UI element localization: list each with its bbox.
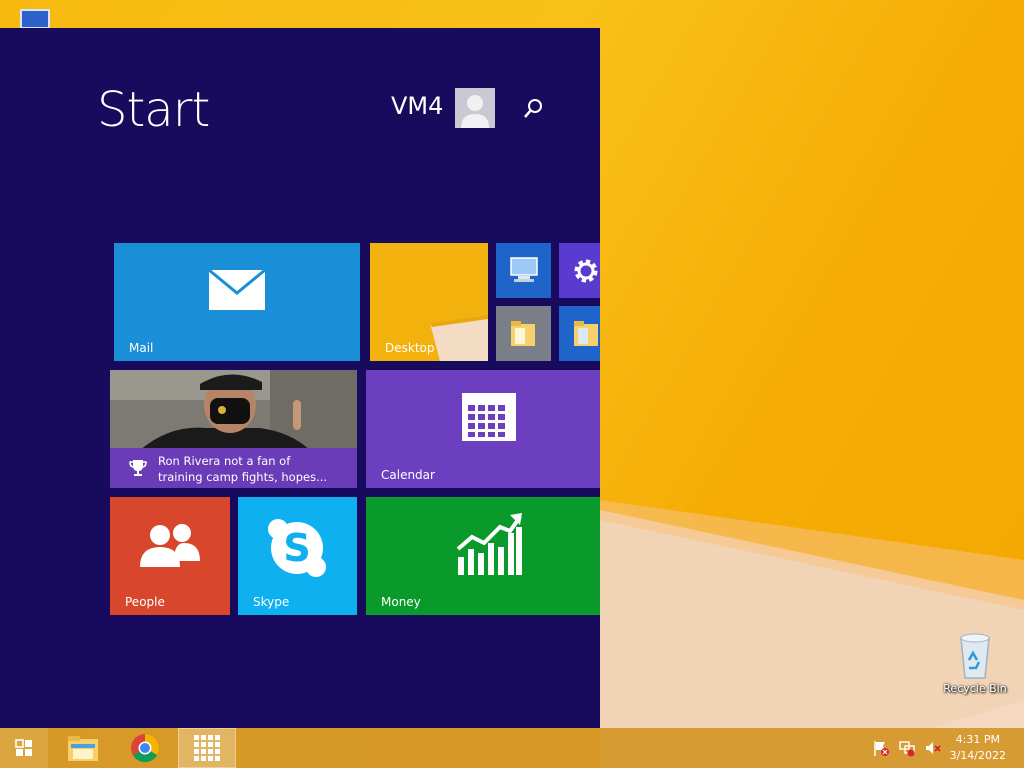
this-pc-tile[interactable] (496, 243, 551, 298)
skype-tile-label: Skype (253, 595, 290, 609)
app-grid-icon (194, 735, 220, 761)
computer-icon (510, 257, 538, 282)
recycle-bin-desktop-icon[interactable]: Recycle Bin (935, 630, 1015, 695)
clock-time: 4:31 PM (955, 733, 1000, 746)
skype-icon: S (268, 519, 326, 577)
svg-text:S: S (283, 526, 310, 570)
volume-muted-icon[interactable] (924, 739, 942, 757)
chart-up-icon (456, 513, 522, 575)
money-tile-label: Money (381, 595, 421, 609)
sports-news-tile[interactable]: Ron Rivera not a fan of training camp fi… (110, 370, 357, 488)
start-button[interactable] (0, 728, 48, 768)
mail-icon (208, 269, 266, 310)
taskbar: 4:31 PM 3/14/2022 (0, 728, 1024, 768)
desktop-tile-label: Desktop (385, 341, 435, 355)
file-explorer-taskbar-button[interactable] (58, 728, 108, 768)
chrome-icon (131, 734, 159, 763)
search-button[interactable] (520, 96, 546, 122)
search-icon (524, 99, 542, 118)
start-screen: Start VM4 Mail Desktop Ron Rivera not a … (0, 28, 600, 728)
user-name[interactable]: VM4 (391, 92, 443, 120)
recycle-bin-label: Recycle Bin (943, 682, 1007, 695)
documents-tile[interactable] (559, 306, 600, 361)
recycle-bin-icon (960, 633, 990, 679)
folder-icon (574, 321, 598, 346)
money-tile[interactable]: Money (366, 497, 600, 615)
people-icon (140, 524, 200, 567)
file-explorer-tile[interactable] (496, 306, 551, 361)
user-avatar-icon (455, 88, 495, 128)
folder-icon (511, 321, 535, 346)
computer-icon (20, 9, 50, 29)
calendar-tile[interactable]: Calendar (366, 370, 600, 488)
pc-settings-tile[interactable] (559, 243, 600, 298)
clock[interactable]: 4:31 PM 3/14/2022 (950, 732, 1006, 764)
news-caption: Ron Rivera not a fan of training camp fi… (110, 448, 357, 488)
user-avatar[interactable] (455, 88, 495, 128)
gear-icon (574, 259, 598, 283)
action-center-flag-icon[interactable] (872, 739, 890, 757)
network-icon[interactable] (898, 739, 916, 757)
clock-date: 3/14/2022 (949, 749, 1006, 762)
trophy-icon (129, 460, 147, 476)
skype-tile[interactable]: S Skype (238, 497, 357, 615)
folder-icon (68, 736, 98, 761)
windows-logo-icon (15, 739, 32, 756)
calendar-icon (462, 393, 516, 441)
this-pc-desktop-icon[interactable] (10, 8, 60, 30)
calendar-tile-label: Calendar (381, 468, 435, 482)
news-headline-line1: Ron Rivera not a fan of (158, 454, 291, 468)
system-tray (872, 728, 942, 768)
start-title: Start (97, 82, 210, 138)
mail-tile-label: Mail (129, 341, 154, 355)
news-photo (110, 370, 357, 450)
people-tile[interactable]: People (110, 497, 230, 615)
desktop-tile[interactable]: Desktop (370, 243, 488, 361)
news-headline-line2: training camp fights, hopes... (158, 470, 328, 484)
people-tile-label: People (125, 595, 165, 609)
mail-tile[interactable]: Mail (114, 243, 360, 361)
start-screen-taskbar-button[interactable] (178, 728, 236, 768)
chrome-taskbar-button[interactable] (120, 728, 170, 768)
